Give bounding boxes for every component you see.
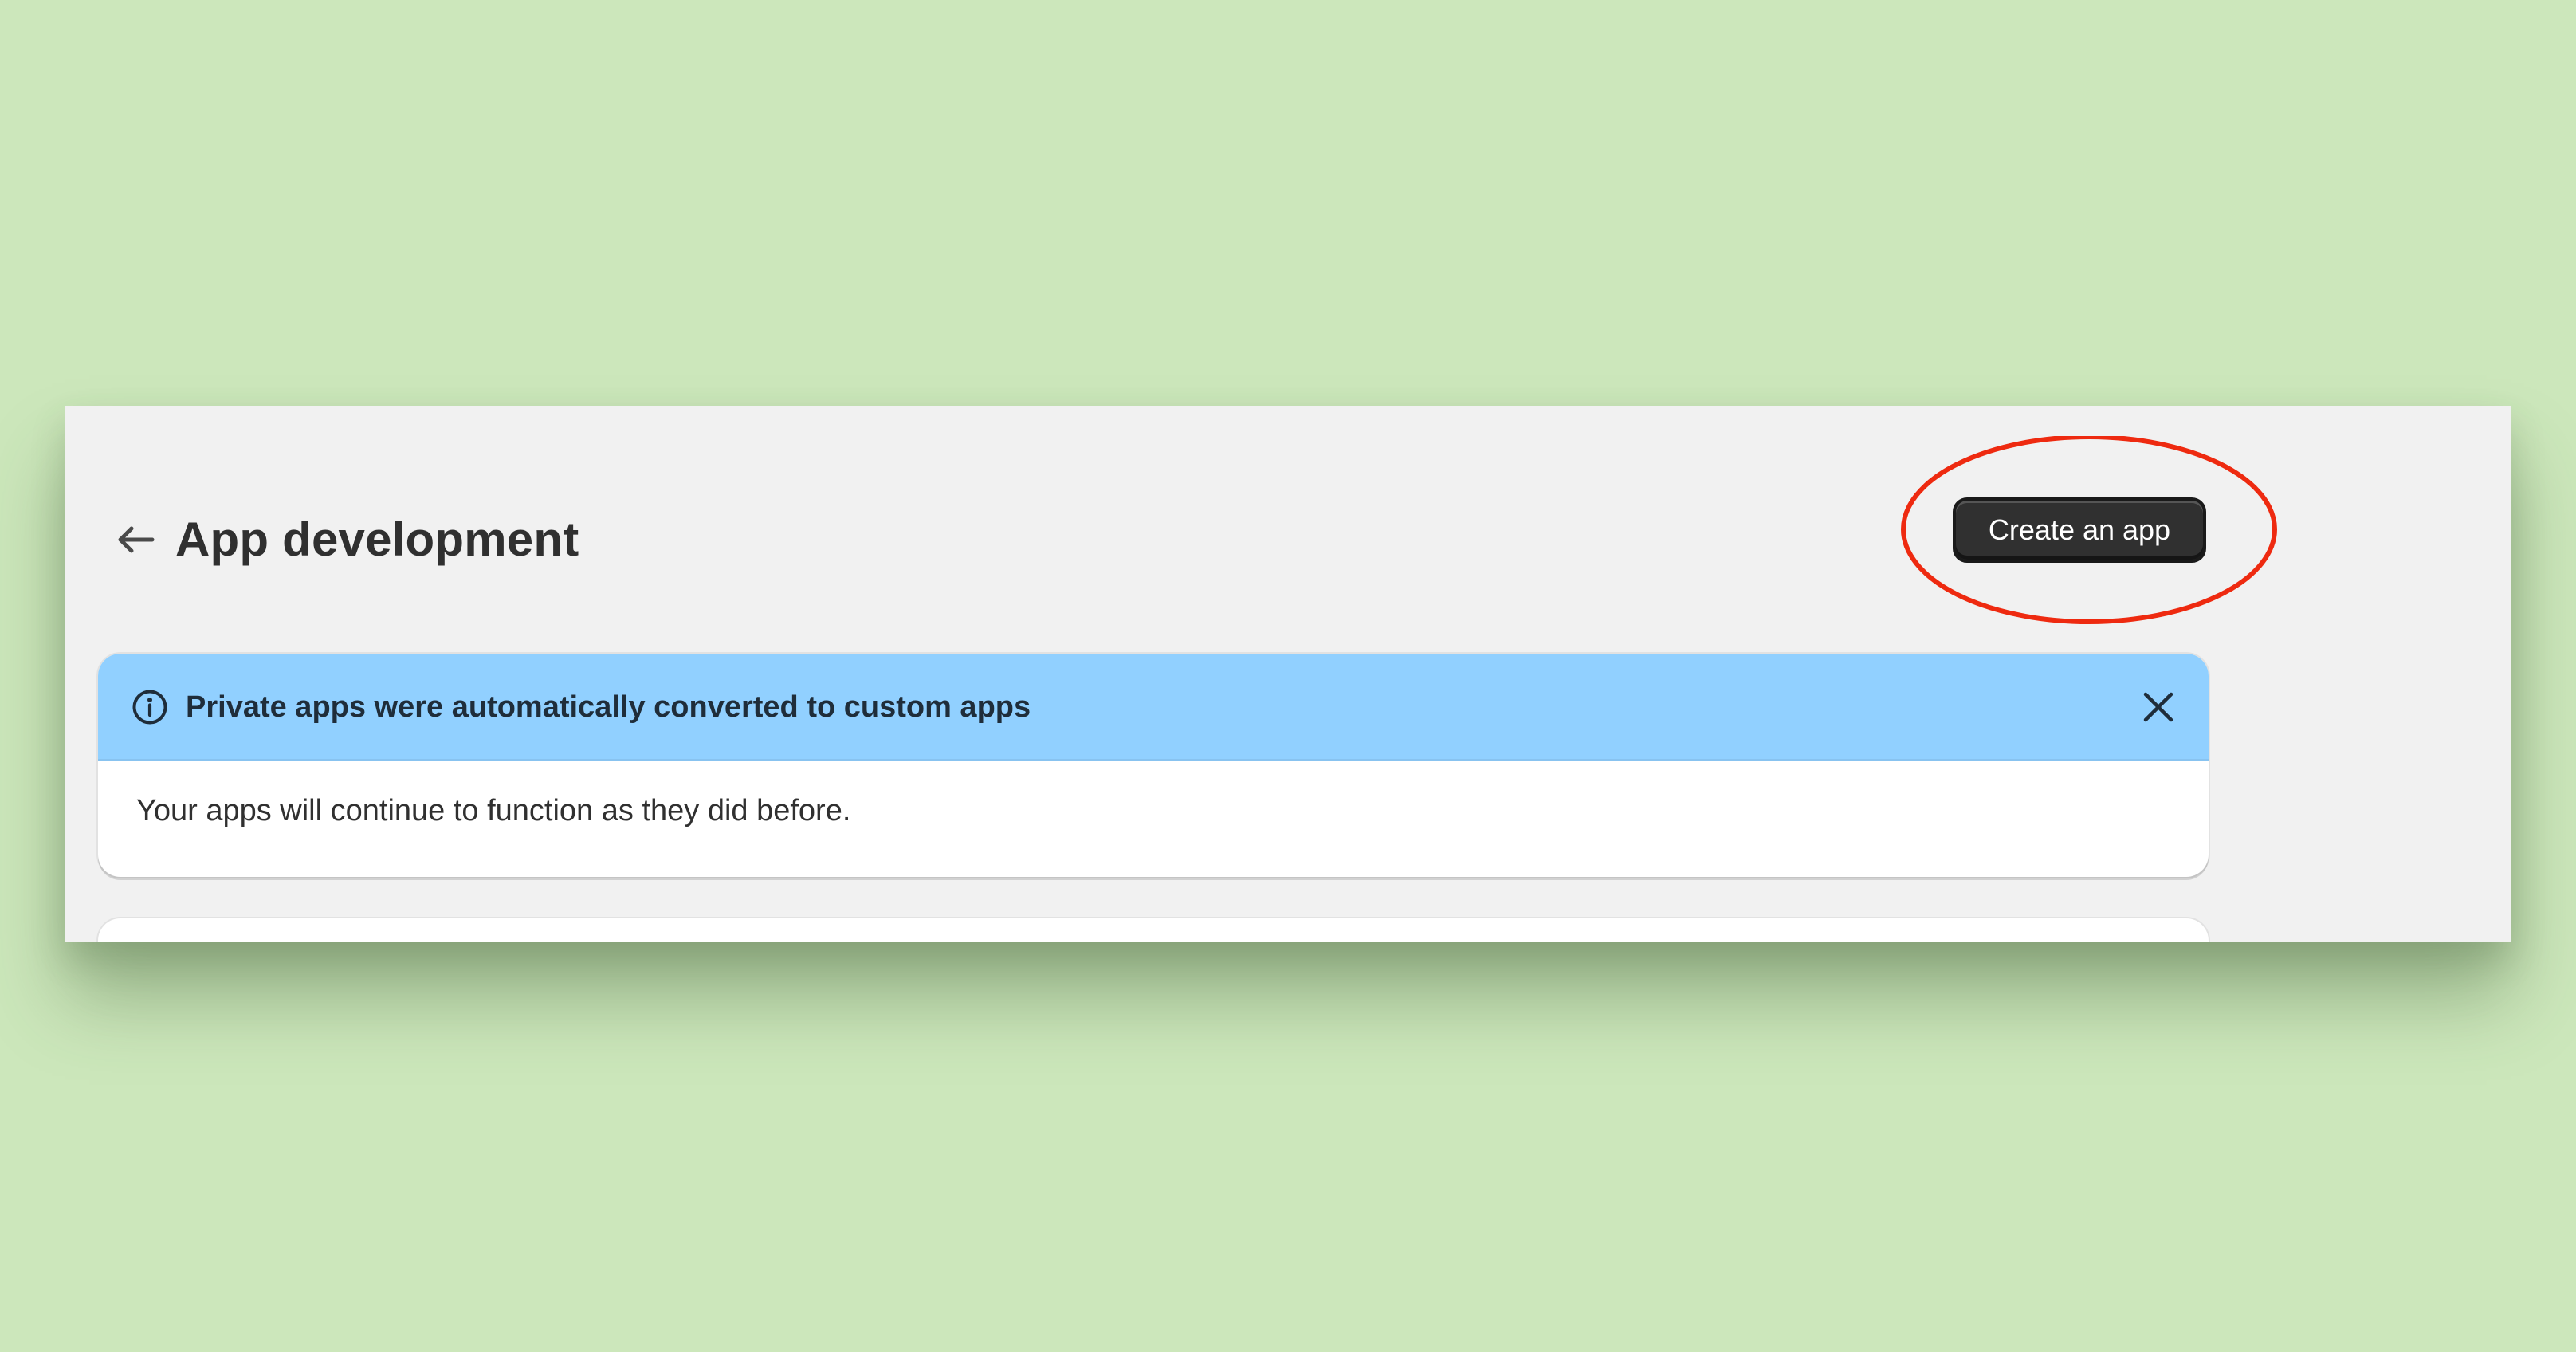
banner-message: Your apps will continue to function as t…: [136, 794, 851, 827]
banner-title: Private apps were automatically converte…: [186, 690, 1031, 724]
close-icon: [2143, 692, 2174, 722]
back-button[interactable]: [108, 512, 163, 568]
dismiss-banner-button[interactable]: [2134, 682, 2183, 732]
banner-header: Private apps were automatically converte…: [98, 654, 2209, 760]
app-development-panel: App development Create an app Private ap…: [65, 406, 2511, 942]
create-app-button[interactable]: Create an app: [1953, 497, 2206, 563]
app-list-card: [98, 918, 2209, 942]
info-banner: Private apps were automatically converte…: [98, 654, 2209, 877]
info-icon: [132, 690, 167, 725]
page-title: App development: [175, 513, 579, 566]
arrow-left-icon: [118, 526, 155, 553]
